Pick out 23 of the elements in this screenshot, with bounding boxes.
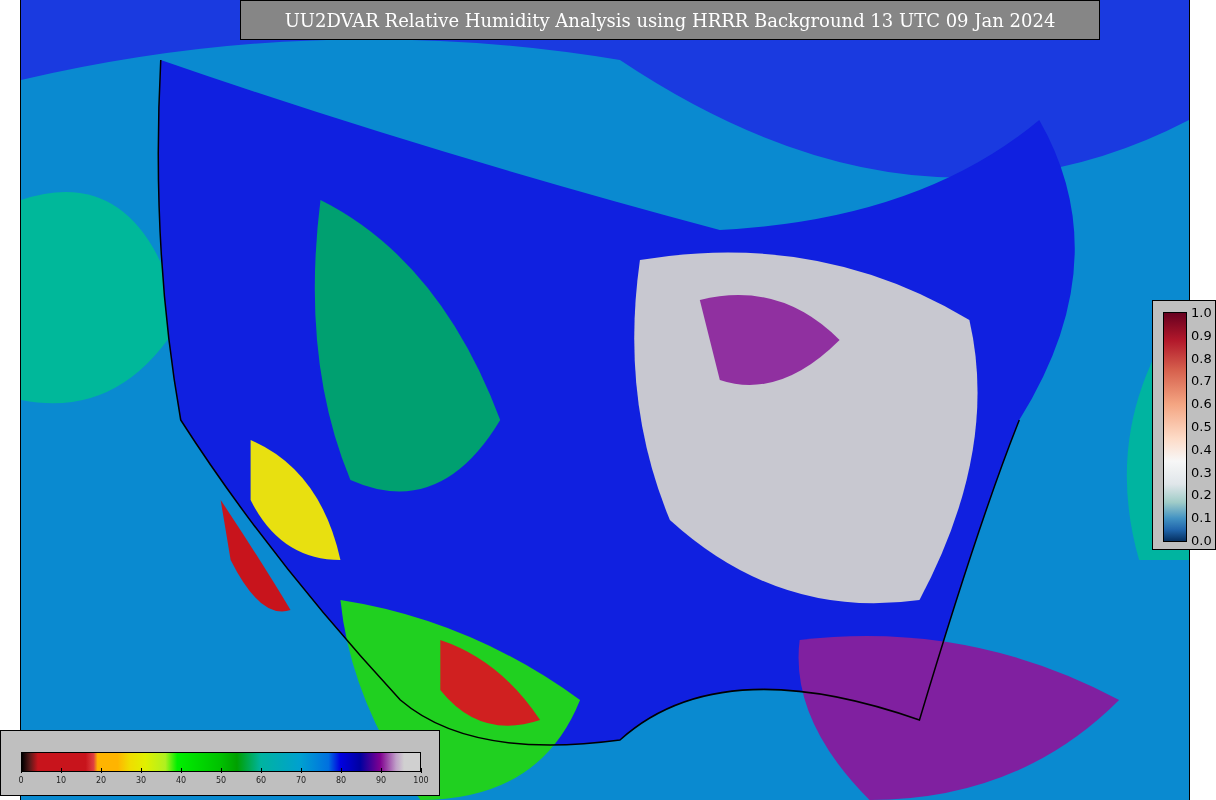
- colorbar-label: 60: [255, 776, 267, 785]
- colorbar-label: 30: [135, 776, 147, 785]
- colorbar-label: 10: [55, 776, 67, 785]
- colorbar-label: 50: [215, 776, 227, 785]
- colorbar-label: 0.1: [1191, 509, 1212, 525]
- colorbar-label: 0.3: [1191, 464, 1212, 480]
- colorbar-label: 70: [295, 776, 307, 785]
- colorbar-label: 0.4: [1191, 441, 1212, 457]
- colorbar-label: 0.7: [1191, 372, 1212, 388]
- colorbar-label: 0.0: [1191, 532, 1212, 548]
- colorbar-label: 20: [95, 776, 107, 785]
- colorbar-label: 90: [375, 776, 387, 785]
- colorbar-label: 0.8: [1191, 350, 1212, 366]
- colorbar-label: 100: [413, 776, 429, 785]
- chart-title: UU2DVAR Relative Humidity Analysis using HRRR Background 13 UTC 09 Jan 2024: [240, 0, 1100, 40]
- colorbar-label: 80: [335, 776, 347, 785]
- colorbar-label: 40: [175, 776, 187, 785]
- colorbar-label: 0.6: [1191, 395, 1212, 411]
- colorbar-label: 0.5: [1191, 418, 1212, 434]
- colorbar-label: 0.2: [1191, 486, 1212, 502]
- colorbar-label: 0: [18, 776, 24, 785]
- colorbar-label: 1.0: [1191, 304, 1212, 320]
- colorbar-label: 0.9: [1191, 327, 1212, 343]
